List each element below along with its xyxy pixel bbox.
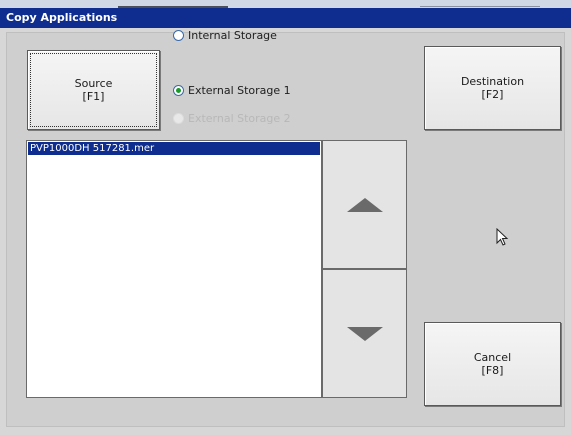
mouse-pointer-icon xyxy=(496,228,509,246)
file-list[interactable]: PVP1000DH 517281.mer xyxy=(26,140,322,398)
destination-button[interactable]: Destination [F2] xyxy=(424,46,561,130)
dialog-title: Copy Applications xyxy=(0,8,571,28)
background-element xyxy=(118,0,228,8)
scroll-up-button[interactable] xyxy=(322,140,407,269)
radio-label: Internal Storage xyxy=(188,28,277,42)
radio-internal-storage[interactable]: Internal Storage xyxy=(173,26,277,44)
source-button[interactable]: Source [F1] xyxy=(27,50,160,130)
radio-external-storage-2: External Storage 2 xyxy=(173,109,291,127)
source-button-label: Source xyxy=(74,77,113,90)
destination-button-key: [F2] xyxy=(481,88,504,101)
radio-checked-icon xyxy=(173,84,184,96)
radio-external-storage-1[interactable]: External Storage 1 xyxy=(173,81,291,99)
destination-button-label: Destination xyxy=(460,75,525,88)
scroll-down-button[interactable] xyxy=(322,269,407,398)
background-strip xyxy=(0,0,571,8)
radio-icon xyxy=(173,112,184,124)
source-button-key: [F1] xyxy=(82,90,105,103)
list-item[interactable]: PVP1000DH 517281.mer xyxy=(28,142,320,155)
cancel-button-label: Cancel xyxy=(473,351,512,364)
triangle-down-icon xyxy=(346,326,383,341)
radio-icon xyxy=(173,29,184,41)
triangle-up-icon xyxy=(346,197,383,212)
cancel-button[interactable]: Cancel [F8] xyxy=(424,322,561,406)
cancel-button-key: [F8] xyxy=(481,364,504,377)
background-element xyxy=(420,2,540,7)
radio-label: External Storage 2 xyxy=(188,111,291,125)
radio-label: External Storage 1 xyxy=(188,83,291,97)
